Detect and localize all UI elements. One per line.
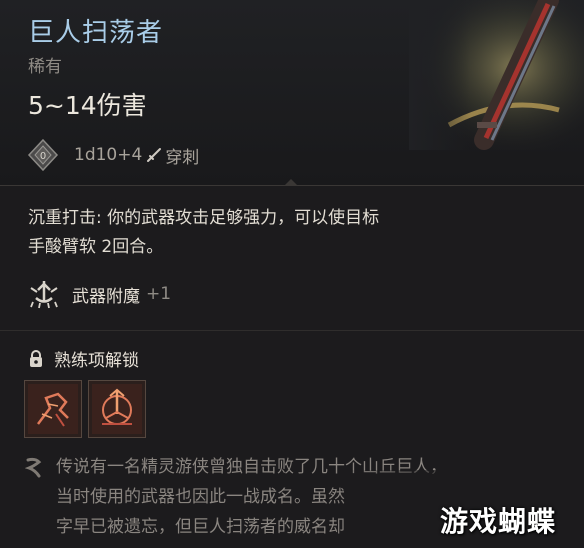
item-rarity: 稀有 xyxy=(28,57,62,77)
tooltip-header: 巨人扫荡者 稀有 5~14伤害 0 1d10+4 穿刺 xyxy=(0,0,584,185)
item-damage: 5~14伤害 xyxy=(28,91,147,120)
die-icon: 0 xyxy=(27,138,59,172)
dice-row: 0 1d10+4 穿刺 xyxy=(26,138,199,172)
enchantment-label: 武器附魔 xyxy=(72,286,140,307)
ability-description-line-2: 手酸臂软 2回合。 xyxy=(28,237,164,257)
skill-icon-1 xyxy=(28,384,78,434)
svg-text:0: 0 xyxy=(40,151,46,162)
proficiency-label: 熟练项解锁 xyxy=(54,351,139,371)
section-divider xyxy=(0,330,584,331)
lore-icon xyxy=(25,457,42,478)
damage-type: 穿刺 xyxy=(165,147,200,168)
item-tooltip: 巨人扫荡者 稀有 5~14伤害 0 1d10+4 穿刺 沉重打击: 你的武器攻击… xyxy=(0,0,584,548)
skill-icon-2 xyxy=(92,384,142,434)
enchant-icon xyxy=(30,281,58,309)
skill-slot-1[interactable] xyxy=(24,380,82,438)
divider-notch xyxy=(285,179,297,185)
watermark: 游戏蝴蝶 xyxy=(440,505,557,538)
sword-icon xyxy=(147,148,162,162)
proficiency-row: 熟练项解锁 xyxy=(28,346,139,371)
header-divider xyxy=(0,185,584,186)
ability-description-line-1: 沉重打击: 你的武器攻击足够强力，可以使目标 xyxy=(28,208,380,228)
enchantment-row: 武器附魔 +1 xyxy=(28,278,171,310)
item-name: 巨人扫荡者 xyxy=(28,18,164,48)
ability-description: 沉重打击: 你的武器攻击足够强力，可以使目标 手酸臂软 2回合。 xyxy=(28,204,488,262)
item-art-icon xyxy=(409,0,584,150)
skill-slot-2[interactable] xyxy=(88,380,146,438)
dice-formula: 1d10+4 xyxy=(74,145,143,165)
enchantment-value: +1 xyxy=(146,284,172,304)
lock-icon xyxy=(30,349,42,367)
